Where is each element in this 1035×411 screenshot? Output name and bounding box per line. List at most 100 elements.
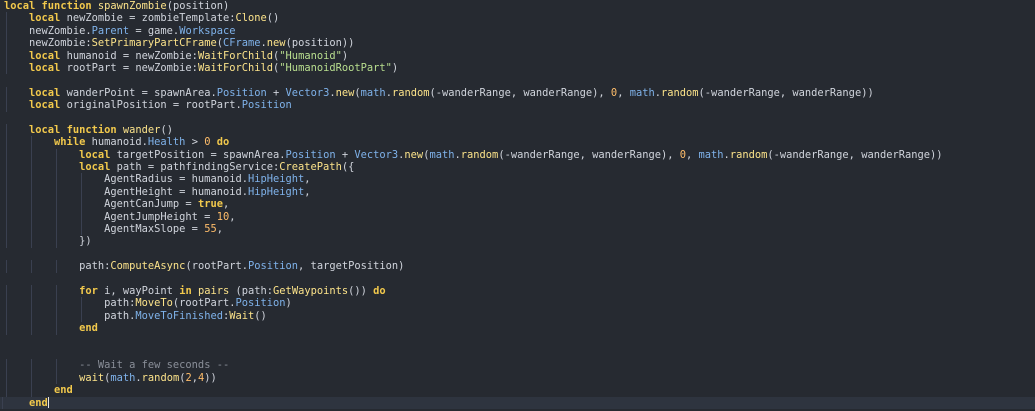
indent-guide <box>6 309 7 323</box>
code-line[interactable]: newZombie.Parent = game.Workspace <box>4 24 1035 38</box>
code-token: local <box>29 12 61 25</box>
code-line[interactable] <box>4 273 1035 285</box>
code-token: humanoid = newZombie: <box>60 49 198 62</box>
code-line[interactable] <box>4 248 1035 260</box>
indent-guide <box>81 185 82 199</box>
code-token: (-wanderRange, wanderRange)) <box>698 86 874 99</box>
code-token: local <box>79 148 111 161</box>
indent-guide <box>6 24 7 38</box>
code-line[interactable] <box>4 74 1035 86</box>
code-token: CFrame <box>222 37 261 50</box>
indent-guide <box>6 161 7 174</box>
code-line[interactable]: local rootPart = newZombie:WaitForChild(… <box>4 61 1035 75</box>
code-line[interactable]: end <box>4 322 1035 335</box>
code-line[interactable]: wait(math.random(2,4)) <box>4 371 1035 385</box>
code-token: -- Wait a few seconds -- <box>79 359 230 372</box>
code-token: Position <box>285 148 336 161</box>
indent-guide <box>56 235 57 248</box>
code-line[interactable]: newZombie:SetPrimaryPartCFrame(CFrame.ne… <box>4 37 1035 50</box>
indent-guide <box>6 223 7 236</box>
indent-guide <box>31 260 32 273</box>
indent-guide <box>56 359 57 372</box>
code-token: ({ <box>341 161 355 174</box>
code-line[interactable]: end <box>0 396 1035 409</box>
code-token: Position <box>216 86 267 99</box>
code-token: originalPosition = rootPart. <box>60 99 242 112</box>
code-token: Vector3 <box>285 86 330 99</box>
indent-guide <box>6 359 7 372</box>
indent-guide <box>31 322 32 335</box>
code-token: (path: <box>229 284 274 297</box>
code-line[interactable]: local humanoid = newZombie:WaitForChild(… <box>4 49 1035 62</box>
code-line[interactable]: AgentJumpHeight = 10, <box>4 210 1035 224</box>
code-line[interactable]: AgentHeight = humanoid.HipHeight, <box>4 185 1035 199</box>
code-area[interactable]: local function spawnZombie(position) loc… <box>0 0 1035 409</box>
indent-guide <box>31 148 32 162</box>
indent-guide <box>56 148 57 162</box>
indent-guide <box>6 173 7 186</box>
indent-guide <box>31 161 32 174</box>
code-token: , <box>222 198 230 211</box>
code-line[interactable] <box>4 335 1035 347</box>
code-token: path. <box>4 309 136 322</box>
indent-guide <box>31 223 32 236</box>
indent-guide <box>56 198 57 211</box>
indent-guide <box>56 210 57 224</box>
indent-guide <box>6 49 7 62</box>
code-line[interactable]: local path = pathfindingService:CreatePa… <box>4 161 1035 174</box>
code-line[interactable]: local function spawnZombie(position) <box>4 0 1035 12</box>
code-line[interactable]: local wanderPoint = spawnArea.Position +… <box>4 86 1035 100</box>
code-line[interactable]: path.MoveToFinished:Wait() <box>4 309 1035 323</box>
code-token: path: <box>4 260 111 273</box>
code-line[interactable]: -- Wait a few seconds -- <box>4 359 1035 372</box>
code-line[interactable]: local targetPosition = spawnArea.Positio… <box>4 148 1035 162</box>
code-line[interactable]: path:MoveTo(rootPart.Position) <box>4 297 1035 310</box>
code-line[interactable] <box>4 112 1035 124</box>
code-token: path = pathfindingService: <box>110 161 280 174</box>
code-line[interactable] <box>4 347 1035 359</box>
indent-guide <box>6 322 7 335</box>
code-line[interactable]: AgentRadius = humanoid.HipHeight, <box>4 173 1035 186</box>
code-line[interactable]: for i, wayPoint in pairs (path:GetWaypoi… <box>4 284 1035 298</box>
code-token: path: <box>4 297 136 310</box>
code-line[interactable]: local function wander() <box>4 123 1035 137</box>
code-token: "HumanoidRootPart" <box>279 61 392 74</box>
code-token: GetWaypoints <box>273 284 349 297</box>
code-token: SetPrimaryPartCFrame <box>91 37 217 50</box>
code-token: AgentRadius = humanoid. <box>4 173 248 186</box>
code-line[interactable]: }) <box>4 235 1035 248</box>
code-token: Vector3 <box>354 148 399 161</box>
code-line[interactable]: path:ComputeAsync(rootPart.Position, tar… <box>4 260 1035 273</box>
indent-guide <box>56 173 57 186</box>
code-token: targetPosition = spawnArea. <box>110 148 286 161</box>
code-editor[interactable]: local function spawnZombie(position) loc… <box>0 0 1035 411</box>
indent-guide <box>6 12 7 25</box>
code-line[interactable]: local originalPosition = rootPart.Positi… <box>4 99 1035 112</box>
code-token: local <box>29 61 61 74</box>
code-line[interactable]: while humanoid.Health > 0 do <box>4 136 1035 149</box>
code-token: ) <box>285 297 292 310</box>
code-line[interactable]: AgentCanJump = true, <box>4 198 1035 211</box>
code-token: AgentHeight = humanoid. <box>4 185 248 198</box>
code-token: random <box>141 371 180 384</box>
indent-guide <box>56 309 57 323</box>
indent-guide <box>6 198 7 211</box>
indent-guide <box>31 371 32 385</box>
indent-guide <box>6 210 7 224</box>
indent-guide <box>31 309 32 323</box>
code-line[interactable]: local newZombie = zombieTemplate:Clone() <box>4 12 1035 25</box>
code-line[interactable]: end <box>4 384 1035 397</box>
code-line[interactable]: AgentMaxSlope = 55, <box>4 223 1035 236</box>
code-token: (-wanderRange, wanderRange), <box>498 148 680 161</box>
code-token: = game. <box>129 24 180 37</box>
indent-guide <box>56 223 57 236</box>
indent-guide <box>56 260 57 273</box>
indent-guide <box>81 309 82 323</box>
code-token: new <box>335 86 355 99</box>
code-token: CreatePath <box>279 161 342 174</box>
